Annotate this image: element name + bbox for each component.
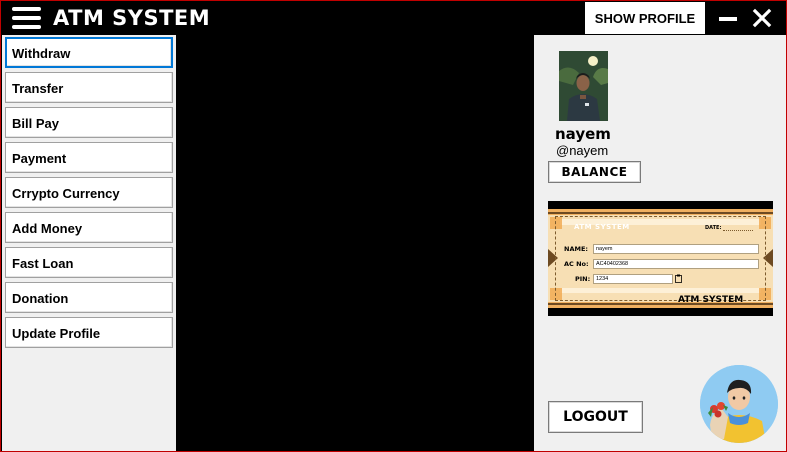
sidebar-item-label: Bill Pay	[12, 116, 59, 131]
card-brand: ATM SYSTEM	[678, 295, 744, 305]
hamburger-icon[interactable]	[12, 7, 41, 29]
sidebar-item-payment[interactable]: Payment	[5, 142, 173, 173]
sidebar-item-label: Fast Loan	[12, 256, 74, 271]
atm-card: ATM SYSTEM DATE: NAME: nayem AC No: AC40…	[548, 201, 773, 316]
sidebar-item-label: Payment	[12, 151, 67, 166]
title-bar: ATM SYSTEM SHOW PROFILE	[1, 1, 786, 35]
app-window: ATM SYSTEM SHOW PROFILE Withdraw Transfe…	[0, 0, 787, 452]
sidebar-item-label: Withdraw	[12, 46, 71, 61]
assistant-avatar[interactable]	[700, 365, 778, 443]
sidebar-item-label: Crrypto Currency	[12, 186, 120, 201]
minimize-icon[interactable]	[716, 5, 742, 31]
profile-photo	[559, 51, 608, 121]
sidebar-item-label: Donation	[12, 291, 69, 306]
sidebar-item-bill-pay[interactable]: Bill Pay	[5, 107, 173, 138]
sidebar-item-label: Update Profile	[12, 326, 101, 341]
app-title: ATM SYSTEM	[53, 6, 211, 30]
card-name-label: NAME:	[564, 245, 588, 253]
card-pin-field: 1234	[593, 274, 673, 284]
card-date-label: DATE:	[705, 225, 722, 231]
clipboard-icon[interactable]	[675, 274, 682, 283]
show-profile-button[interactable]: SHOW PROFILE	[585, 2, 705, 34]
profile-panel: nayem @nayem BALANCE ATM SYSTEM DATE: NA…	[534, 35, 786, 451]
logout-button[interactable]: LOGOUT	[548, 401, 643, 433]
sidebar-item-add-money[interactable]: Add Money	[5, 212, 173, 243]
balance-button[interactable]: BALANCE	[548, 161, 641, 183]
sidebar-item-donation[interactable]: Donation	[5, 282, 173, 313]
card-ac-label: AC No:	[564, 260, 589, 268]
sidebar-item-withdraw[interactable]: Withdraw	[5, 37, 173, 68]
sidebar-item-crypto-currency[interactable]: Crrypto Currency	[5, 177, 173, 208]
profile-handle: @nayem	[556, 143, 609, 158]
main-content-area	[176, 35, 534, 451]
sidebar-item-label: Add Money	[12, 221, 83, 236]
sidebar-item-update-profile[interactable]: Update Profile	[5, 317, 173, 348]
card-ac-field: AC40402368	[593, 259, 759, 269]
card-pin-label: PIN:	[575, 275, 591, 283]
card-title: ATM SYSTEM	[574, 223, 630, 231]
card-name-field: nayem	[593, 244, 759, 254]
sidebar-item-transfer[interactable]: Transfer	[5, 72, 173, 103]
sidebar-item-fast-loan[interactable]: Fast Loan	[5, 247, 173, 278]
atm-card-face: ATM SYSTEM DATE: NAME: nayem AC No: AC40…	[548, 209, 773, 308]
close-icon[interactable]	[749, 5, 775, 31]
card-date-line	[723, 230, 753, 231]
profile-name: nayem	[555, 125, 611, 143]
sidebar-item-label: Transfer	[12, 81, 64, 96]
sidebar: Withdraw Transfer Bill Pay Payment Crryp…	[2, 35, 176, 451]
